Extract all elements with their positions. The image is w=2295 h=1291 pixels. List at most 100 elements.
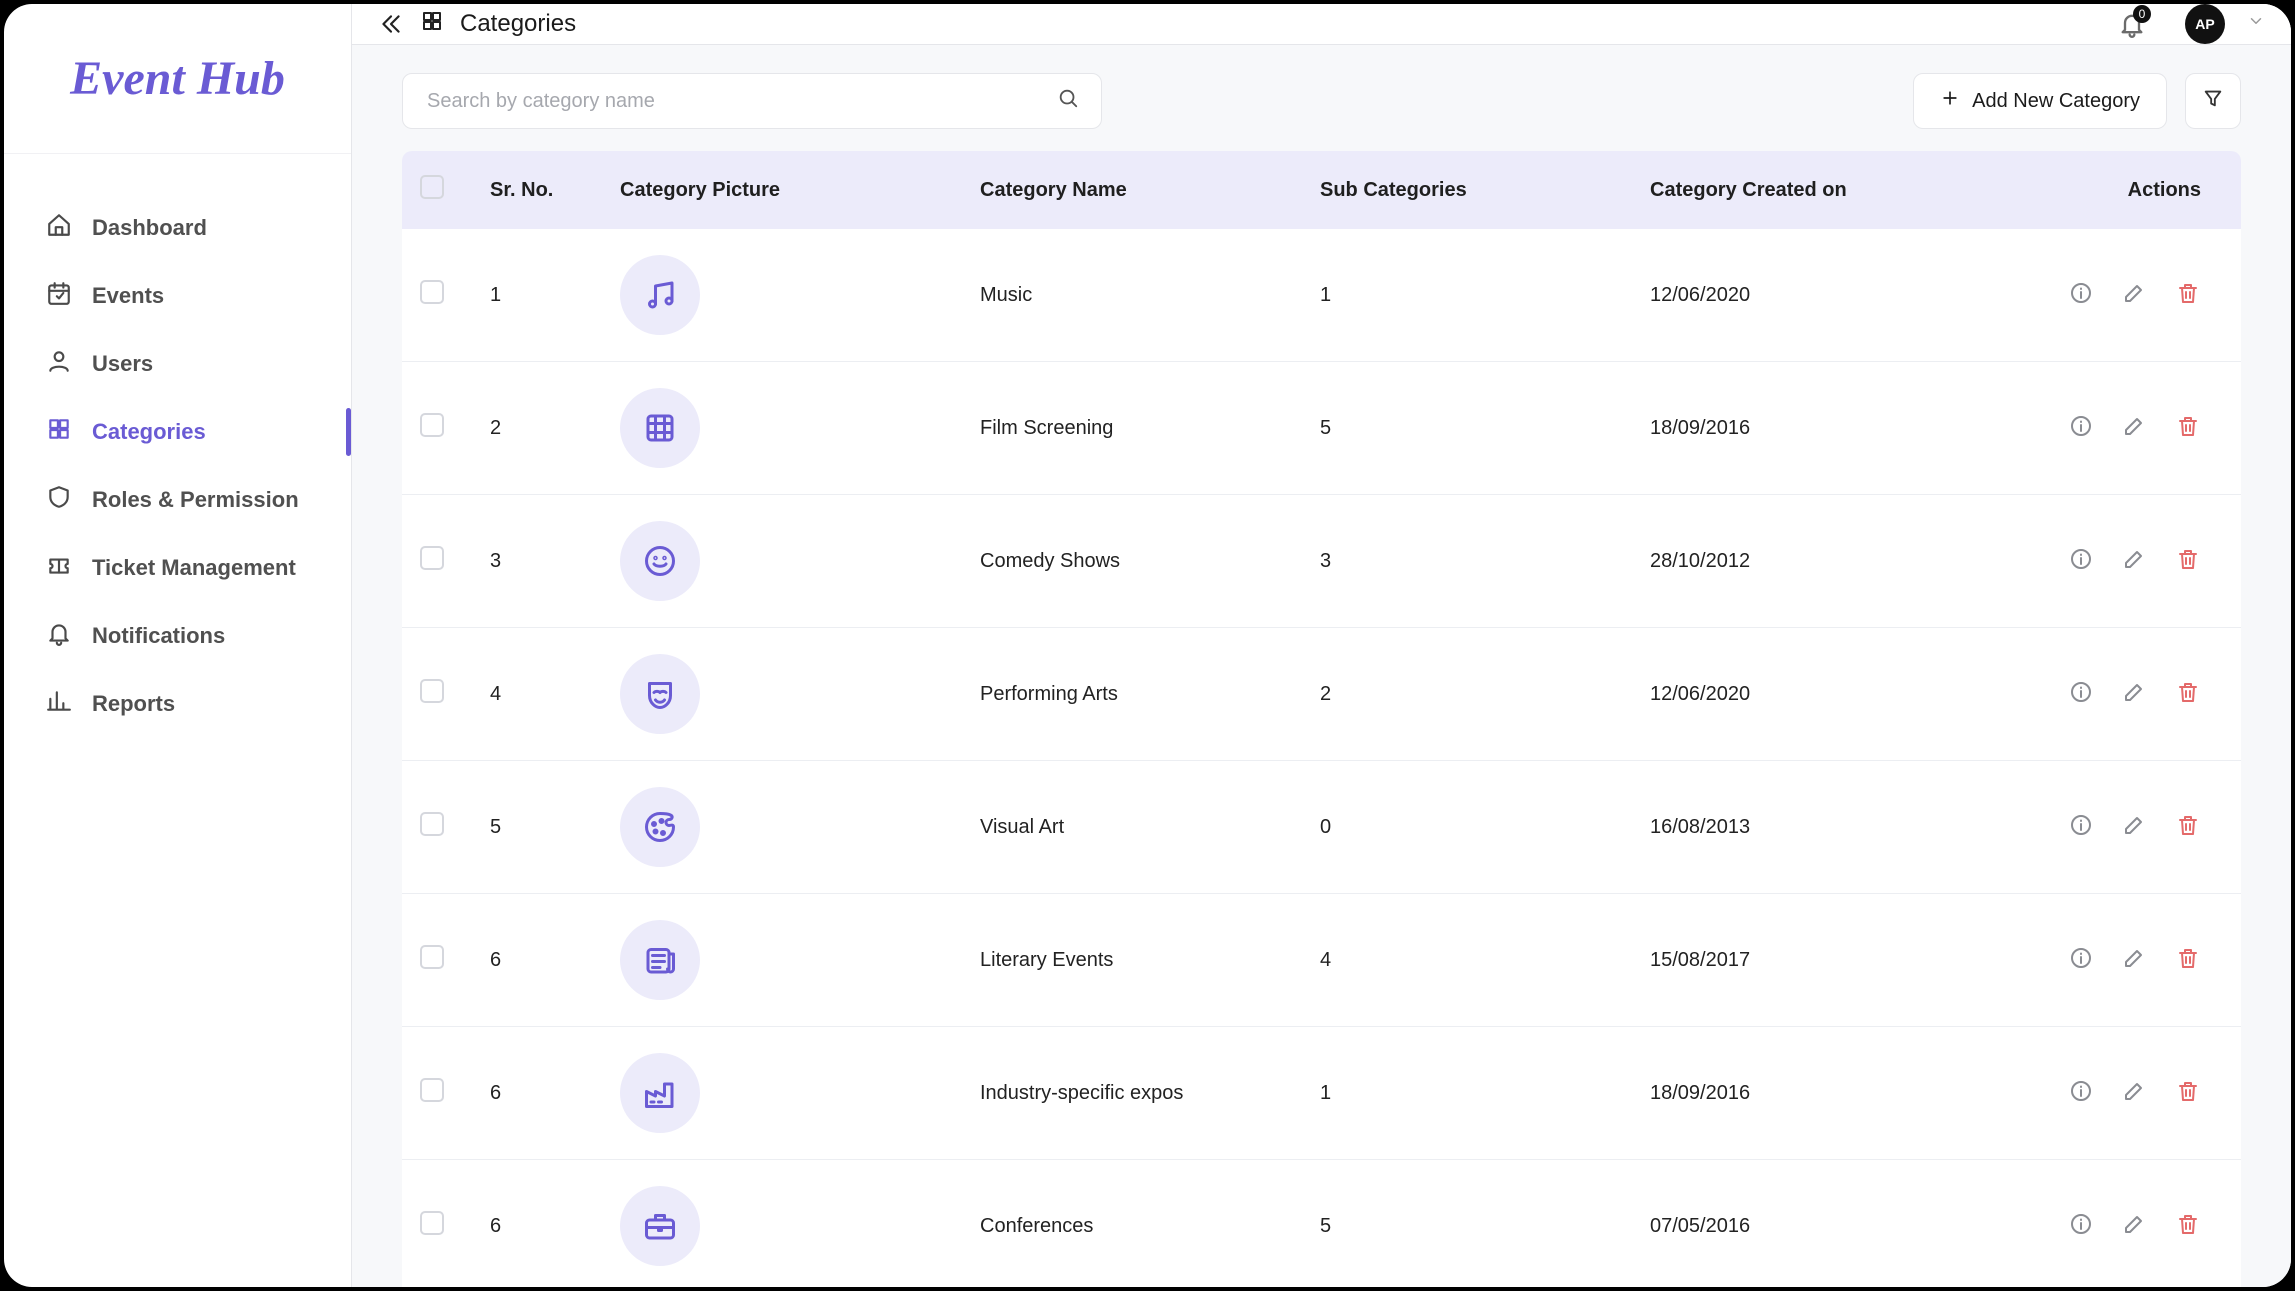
sidebar-collapse-button[interactable] — [378, 11, 404, 37]
ticket-icon — [46, 552, 72, 584]
sidebar-item-dashboard[interactable]: Dashboard — [4, 194, 351, 262]
topbar: Categories 0 AP — [352, 4, 2291, 45]
avatar[interactable]: AP — [2185, 4, 2225, 44]
cell-created: 15/08/2017 — [1632, 894, 2021, 1027]
row-checkbox[interactable] — [420, 679, 444, 703]
notifications-badge: 0 — [2133, 5, 2151, 23]
row-checkbox[interactable] — [420, 1078, 444, 1102]
main: Categories 0 AP — [352, 4, 2291, 1287]
sidebar-item-label: Categories — [92, 419, 206, 445]
table-row: 6 Literary Events 4 15/08/2017 — [402, 894, 2241, 1027]
mask-icon — [620, 654, 700, 734]
factory-icon — [620, 1053, 700, 1133]
add-category-button[interactable]: Add New Category — [1913, 73, 2167, 129]
sidebar-item-reports[interactable]: Reports — [4, 670, 351, 738]
cell-picture — [602, 229, 962, 362]
info-button[interactable] — [2068, 1211, 2094, 1237]
sidebar-item-roles[interactable]: Roles & Permission — [4, 466, 351, 534]
cell-sr: 6 — [472, 1160, 602, 1287]
col-actions: Actions — [2021, 151, 2241, 229]
info-button[interactable] — [2068, 413, 2094, 439]
search-icon[interactable] — [1057, 87, 1079, 115]
search-box[interactable] — [402, 73, 1102, 129]
music-icon — [620, 255, 700, 335]
film-icon — [620, 388, 700, 468]
delete-button[interactable] — [2175, 1211, 2201, 1237]
col-picture: Category Picture — [602, 151, 962, 229]
sidebar-item-label: Dashboard — [92, 215, 207, 241]
row-checkbox[interactable] — [420, 546, 444, 570]
delete-button[interactable] — [2175, 413, 2201, 439]
table-wrap: Sr. No. Category Picture Category Name S… — [352, 129, 2291, 1287]
info-button[interactable] — [2068, 679, 2094, 705]
row-checkbox[interactable] — [420, 280, 444, 304]
sidebar-item-events[interactable]: Events — [4, 262, 351, 330]
delete-button[interactable] — [2175, 812, 2201, 838]
edit-button[interactable] — [2121, 546, 2147, 572]
edit-button[interactable] — [2121, 413, 2147, 439]
row-checkbox[interactable] — [420, 413, 444, 437]
cell-sr: 2 — [472, 362, 602, 495]
table-row: 3 Comedy Shows 3 28/10/2012 — [402, 495, 2241, 628]
delete-button[interactable] — [2175, 679, 2201, 705]
plus-icon — [1940, 88, 1960, 114]
cell-sub: 4 — [1302, 894, 1632, 1027]
profile-caret-icon[interactable] — [2241, 12, 2265, 36]
filter-button[interactable] — [2185, 73, 2241, 129]
cell-created: 18/09/2016 — [1632, 1027, 2021, 1160]
col-sub: Sub Categories — [1302, 151, 1632, 229]
sidebar-item-notifications[interactable]: Notifications — [4, 602, 351, 670]
info-button[interactable] — [2068, 945, 2094, 971]
briefcase-icon — [620, 1186, 700, 1266]
delete-button[interactable] — [2175, 546, 2201, 572]
cell-sr: 1 — [472, 229, 602, 362]
sidebar-item-users[interactable]: Users — [4, 330, 351, 398]
cell-sub: 3 — [1302, 495, 1632, 628]
delete-button[interactable] — [2175, 945, 2201, 971]
edit-button[interactable] — [2121, 1211, 2147, 1237]
sidebar-item-label: Roles & Permission — [92, 487, 299, 513]
row-checkbox[interactable] — [420, 812, 444, 836]
cell-sub: 2 — [1302, 628, 1632, 761]
sidebar-item-tickets[interactable]: Ticket Management — [4, 534, 351, 602]
chart-icon — [46, 688, 72, 720]
cell-picture — [602, 362, 962, 495]
shield-icon — [46, 484, 72, 516]
sidebar-item-label: Ticket Management — [92, 555, 296, 581]
edit-button[interactable] — [2121, 812, 2147, 838]
table-row: 6 Conferences 5 07/05/2016 — [402, 1160, 2241, 1287]
table-row: 4 Performing Arts 2 12/06/2020 — [402, 628, 2241, 761]
cell-created: 12/06/2020 — [1632, 229, 2021, 362]
info-button[interactable] — [2068, 1078, 2094, 1104]
cell-sub: 5 — [1302, 362, 1632, 495]
sidebar-item-label: Notifications — [92, 623, 225, 649]
sidebar-item-label: Users — [92, 351, 153, 377]
sidebar-item-categories[interactable]: Categories — [4, 398, 351, 466]
info-button[interactable] — [2068, 280, 2094, 306]
search-input[interactable] — [425, 89, 1057, 114]
cell-sub: 5 — [1302, 1160, 1632, 1287]
cell-sr: 5 — [472, 761, 602, 894]
edit-button[interactable] — [2121, 280, 2147, 306]
sidebar: Event Hub DashboardEventsUsersCategories… — [4, 4, 352, 1287]
edit-button[interactable] — [2121, 945, 2147, 971]
cell-created: 18/09/2016 — [1632, 362, 2021, 495]
row-checkbox[interactable] — [420, 945, 444, 969]
row-checkbox[interactable] — [420, 1211, 444, 1235]
cell-picture — [602, 495, 962, 628]
sidebar-nav: Dashboard Events Users Categories Roles & Pe… — [4, 154, 351, 738]
col-created: Category Created on — [1632, 151, 2021, 229]
notifications-button[interactable]: 0 — [2115, 7, 2149, 41]
smile-icon — [620, 521, 700, 601]
info-button[interactable] — [2068, 546, 2094, 572]
table-row: 1 Music 1 12/06/2020 — [402, 229, 2241, 362]
cell-sr: 4 — [472, 628, 602, 761]
delete-button[interactable] — [2175, 280, 2201, 306]
edit-button[interactable] — [2121, 1078, 2147, 1104]
info-button[interactable] — [2068, 812, 2094, 838]
select-all-checkbox[interactable] — [420, 175, 444, 199]
edit-button[interactable] — [2121, 679, 2147, 705]
categories-table: Sr. No. Category Picture Category Name S… — [402, 151, 2241, 1287]
delete-button[interactable] — [2175, 1078, 2201, 1104]
cell-picture — [602, 1160, 962, 1287]
